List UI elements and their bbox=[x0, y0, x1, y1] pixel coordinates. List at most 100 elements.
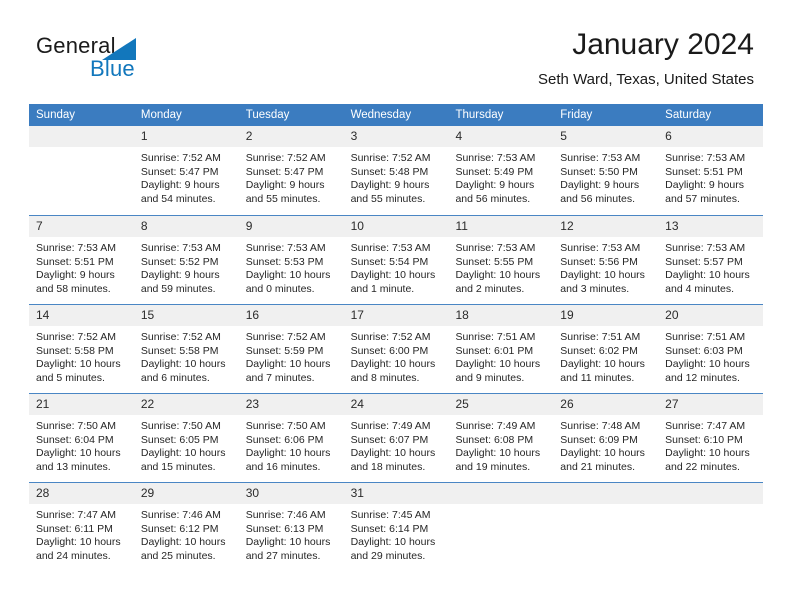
sunrise-text: Sunrise: 7:52 AM bbox=[245, 331, 326, 343]
day-number: 14 bbox=[29, 305, 134, 326]
day-number bbox=[448, 483, 554, 504]
sunset-text: Sunset: 5:52 PM bbox=[140, 255, 219, 268]
day-number: 23 bbox=[238, 394, 344, 415]
day-cell[interactable]: 22 Sunrise: 7:50 AM Sunset: 6:05 PM Dayl… bbox=[133, 394, 239, 482]
sunset-text: Sunset: 5:47 PM bbox=[140, 165, 219, 178]
day-cell[interactable]: 27 Sunrise: 7:47 AM Sunset: 6:10 PM Dayl… bbox=[658, 394, 764, 482]
day-cell[interactable]: 2 Sunrise: 7:52 AM Sunset: 5:47 PM Dayli… bbox=[238, 126, 344, 215]
sunrise-text: Sunrise: 7:53 AM bbox=[36, 242, 116, 254]
sunset-text: Sunset: 5:51 PM bbox=[36, 255, 114, 268]
day-details: Sunrise: 7:53 AM Sunset: 5:49 PM Dayligh… bbox=[448, 147, 553, 206]
sunrise-text: Sunrise: 7:47 AM bbox=[665, 420, 746, 432]
daylight-text: Daylight: 10 hours and 21 minutes. bbox=[560, 447, 645, 473]
day-cell[interactable]: 15 Sunrise: 7:52 AM Sunset: 5:58 PM Dayl… bbox=[133, 305, 239, 393]
sunset-text: Sunset: 5:57 PM bbox=[665, 255, 743, 268]
daylight-text: Daylight: 10 hours and 27 minutes. bbox=[245, 536, 331, 562]
day-cell[interactable]: 4 Sunrise: 7:53 AM Sunset: 5:49 PM Dayli… bbox=[448, 126, 554, 215]
day-details: Sunrise: 7:46 AM Sunset: 6:13 PM Dayligh… bbox=[239, 504, 344, 563]
weekday-header-friday: Friday bbox=[560, 109, 593, 121]
sunrise-text: Sunrise: 7:52 AM bbox=[140, 152, 221, 164]
sunset-text: Sunset: 5:55 PM bbox=[455, 255, 534, 268]
day-cell[interactable]: 20 Sunrise: 7:51 AM Sunset: 6:03 PM Dayl… bbox=[658, 305, 764, 393]
day-cell[interactable]: 24 Sunrise: 7:49 AM Sunset: 6:07 PM Dayl… bbox=[343, 394, 449, 482]
daylight-text: Daylight: 10 hours and 13 minutes. bbox=[36, 447, 121, 473]
day-cell[interactable]: 19 Sunrise: 7:51 AM Sunset: 6:02 PM Dayl… bbox=[553, 305, 659, 393]
day-details: Sunrise: 7:52 AM Sunset: 5:48 PM Dayligh… bbox=[344, 147, 449, 206]
day-details: Sunrise: 7:52 AM Sunset: 5:58 PM Dayligh… bbox=[29, 326, 134, 385]
daylight-text: Daylight: 10 hours and 4 minutes. bbox=[665, 269, 750, 295]
day-cell[interactable]: 8 Sunrise: 7:53 AM Sunset: 5:52 PM Dayli… bbox=[133, 216, 239, 304]
day-cell[interactable]: 1 Sunrise: 7:52 AM Sunset: 5:47 PM Dayli… bbox=[133, 126, 239, 215]
weekday-header-tuesday: Tuesday bbox=[245, 109, 290, 121]
sunrise-text: Sunrise: 7:51 AM bbox=[665, 331, 746, 343]
day-number: 21 bbox=[29, 394, 134, 415]
sunrise-text: Sunrise: 7:53 AM bbox=[245, 242, 326, 254]
sunset-text: Sunset: 6:03 PM bbox=[665, 344, 743, 357]
day-cell[interactable]: 10 Sunrise: 7:53 AM Sunset: 5:54 PM Dayl… bbox=[343, 216, 449, 304]
day-cell[interactable]: 21 Sunrise: 7:50 AM Sunset: 6:04 PM Dayl… bbox=[29, 394, 134, 482]
sunset-text: Sunset: 5:58 PM bbox=[140, 344, 219, 357]
sunrise-text: Sunrise: 7:46 AM bbox=[245, 509, 326, 521]
day-cell[interactable]: 28 Sunrise: 7:47 AM Sunset: 6:11 PM Dayl… bbox=[29, 483, 134, 571]
day-details: Sunrise: 7:53 AM Sunset: 5:52 PM Dayligh… bbox=[134, 237, 239, 296]
sunrise-text: Sunrise: 7:52 AM bbox=[36, 331, 116, 343]
day-number: 16 bbox=[238, 305, 344, 326]
day-details: Sunrise: 7:51 AM Sunset: 6:02 PM Dayligh… bbox=[553, 326, 658, 385]
day-cell[interactable] bbox=[553, 483, 659, 571]
daylight-text: Daylight: 10 hours and 7 minutes. bbox=[245, 358, 331, 384]
day-cell[interactable]: 3 Sunrise: 7:52 AM Sunset: 5:48 PM Dayli… bbox=[343, 126, 449, 215]
day-details: Sunrise: 7:49 AM Sunset: 6:07 PM Dayligh… bbox=[344, 415, 449, 474]
sunrise-text: Sunrise: 7:47 AM bbox=[36, 509, 116, 521]
day-number: 31 bbox=[343, 483, 449, 504]
sunset-text: Sunset: 6:01 PM bbox=[455, 344, 534, 357]
day-cell[interactable]: 12 Sunrise: 7:53 AM Sunset: 5:56 PM Dayl… bbox=[553, 216, 659, 304]
brand-logo[interactable]: General Blue bbox=[36, 33, 216, 89]
day-number bbox=[553, 483, 659, 504]
weekday-header-monday: Monday bbox=[140, 109, 182, 121]
day-cell[interactable]: 13 Sunrise: 7:53 AM Sunset: 5:57 PM Dayl… bbox=[658, 216, 764, 304]
day-cell[interactable]: 17 Sunrise: 7:52 AM Sunset: 6:00 PM Dayl… bbox=[343, 305, 449, 393]
day-cell[interactable] bbox=[29, 126, 134, 215]
day-number: 12 bbox=[553, 216, 659, 237]
sunset-text: Sunset: 5:49 PM bbox=[455, 165, 534, 178]
day-cell[interactable]: 14 Sunrise: 7:52 AM Sunset: 5:58 PM Dayl… bbox=[29, 305, 134, 393]
sunset-text: Sunset: 5:47 PM bbox=[245, 165, 324, 178]
daylight-text: Daylight: 9 hours and 57 minutes. bbox=[665, 179, 744, 205]
day-cell[interactable]: 11 Sunrise: 7:53 AM Sunset: 5:55 PM Dayl… bbox=[448, 216, 554, 304]
day-cell[interactable] bbox=[448, 483, 554, 571]
weekday-header-saturday: Saturday bbox=[665, 109, 712, 121]
day-cell[interactable]: 9 Sunrise: 7:53 AM Sunset: 5:53 PM Dayli… bbox=[238, 216, 344, 304]
day-cell[interactable]: 30 Sunrise: 7:46 AM Sunset: 6:13 PM Dayl… bbox=[238, 483, 344, 571]
sunrise-text: Sunrise: 7:49 AM bbox=[350, 420, 431, 432]
day-cell[interactable]: 5 Sunrise: 7:53 AM Sunset: 5:50 PM Dayli… bbox=[553, 126, 659, 215]
day-cell[interactable]: 23 Sunrise: 7:50 AM Sunset: 6:06 PM Dayl… bbox=[238, 394, 344, 482]
day-cell[interactable]: 16 Sunrise: 7:52 AM Sunset: 5:59 PM Dayl… bbox=[238, 305, 344, 393]
daylight-text: Daylight: 10 hours and 1 minute. bbox=[350, 269, 436, 295]
day-number: 2 bbox=[238, 126, 344, 147]
sunrise-text: Sunrise: 7:45 AM bbox=[350, 509, 431, 521]
masthead: General Blue January 2024 Seth Ward, Tex… bbox=[0, 0, 792, 100]
day-details: Sunrise: 7:53 AM Sunset: 5:51 PM Dayligh… bbox=[658, 147, 763, 206]
day-number: 28 bbox=[29, 483, 134, 504]
day-cell[interactable]: 7 Sunrise: 7:53 AM Sunset: 5:51 PM Dayli… bbox=[29, 216, 134, 304]
sunrise-text: Sunrise: 7:51 AM bbox=[560, 331, 641, 343]
sunset-text: Sunset: 6:06 PM bbox=[245, 433, 324, 446]
daylight-text: Daylight: 10 hours and 25 minutes. bbox=[140, 536, 226, 562]
brand-name-blue: Blue bbox=[90, 56, 135, 81]
daylight-text: Daylight: 9 hours and 59 minutes. bbox=[140, 269, 220, 295]
day-number: 8 bbox=[133, 216, 239, 237]
sunset-text: Sunset: 6:02 PM bbox=[560, 344, 638, 357]
sunset-text: Sunset: 6:05 PM bbox=[140, 433, 219, 446]
sunset-text: Sunset: 6:12 PM bbox=[140, 522, 219, 535]
day-cell[interactable]: 29 Sunrise: 7:46 AM Sunset: 6:12 PM Dayl… bbox=[133, 483, 239, 571]
day-cell[interactable]: 6 Sunrise: 7:53 AM Sunset: 5:51 PM Dayli… bbox=[658, 126, 764, 215]
daylight-text: Daylight: 9 hours and 56 minutes. bbox=[455, 179, 535, 205]
day-cell[interactable]: 25 Sunrise: 7:49 AM Sunset: 6:08 PM Dayl… bbox=[448, 394, 554, 482]
day-cell[interactable]: 31 Sunrise: 7:45 AM Sunset: 6:14 PM Dayl… bbox=[343, 483, 449, 571]
sunset-text: Sunset: 5:53 PM bbox=[245, 255, 324, 268]
day-cell[interactable] bbox=[658, 483, 764, 571]
day-number: 25 bbox=[448, 394, 554, 415]
day-cell[interactable]: 26 Sunrise: 7:48 AM Sunset: 6:09 PM Dayl… bbox=[553, 394, 659, 482]
day-cell[interactable]: 18 Sunrise: 7:51 AM Sunset: 6:01 PM Dayl… bbox=[448, 305, 554, 393]
day-number: 29 bbox=[133, 483, 239, 504]
